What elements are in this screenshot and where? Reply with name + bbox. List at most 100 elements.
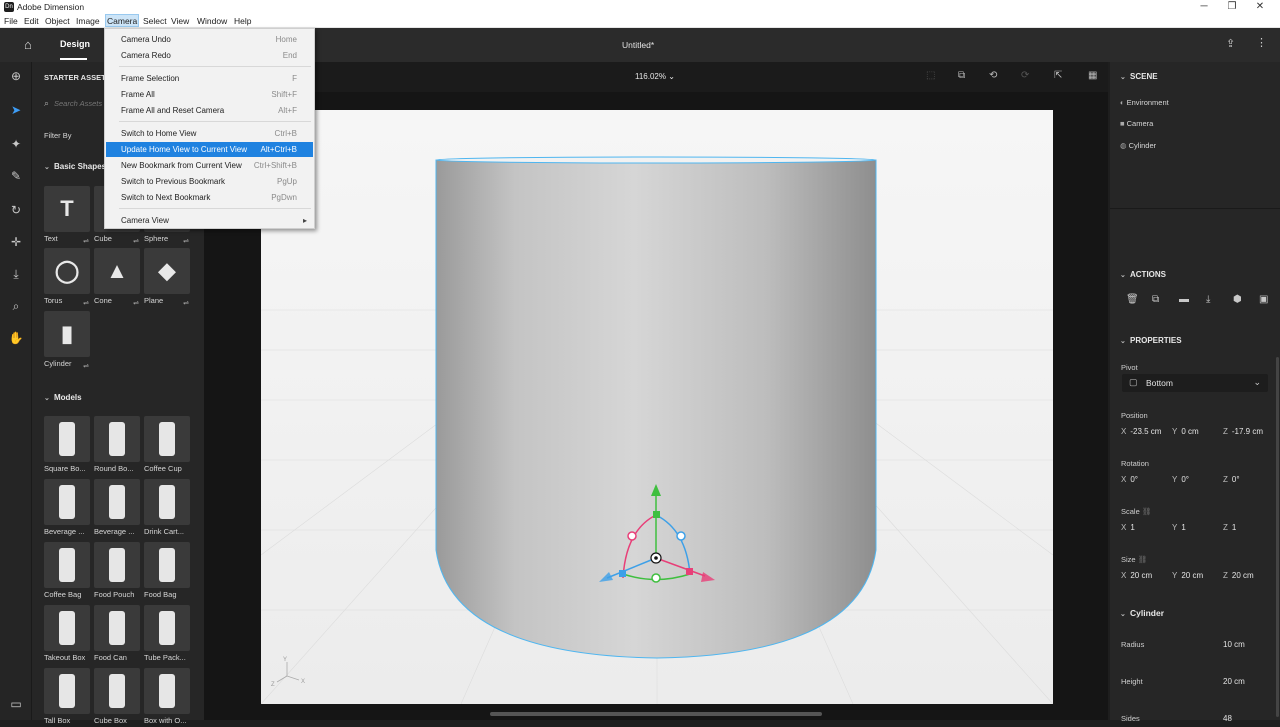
menu-item-frame-all-and-reset-camera[interactable]: Frame All and Reset Camera Alt+F <box>106 103 313 118</box>
models-header[interactable]: ⌄ Models <box>44 393 82 402</box>
asset-torus[interactable]: ◯ Torus ⇌ <box>44 248 90 307</box>
restore-button[interactable]: ❐ <box>1218 0 1246 14</box>
menu-item-frame-all[interactable]: Frame All Shift+F <box>106 87 313 102</box>
model-asset[interactable]: Food Pouch <box>94 542 140 601</box>
asset-cone[interactable]: ▲ Cone ⇌ <box>94 248 140 307</box>
model-asset[interactable]: Food Can <box>94 605 140 664</box>
zoom-level[interactable]: 116.02% ⌄ <box>635 72 675 81</box>
model-asset[interactable]: Coffee Cup <box>144 416 190 475</box>
scale-y-field[interactable]: Y1 <box>1172 523 1186 532</box>
settings-icon[interactable]: ⇌ <box>183 299 189 307</box>
menu-camera[interactable]: Camera <box>105 14 140 27</box>
scale-x-field[interactable]: X1 <box>1121 523 1135 532</box>
menu-item-camera-redo[interactable]: Camera Redo End <box>106 48 313 63</box>
menu-select[interactable]: Select <box>143 16 167 26</box>
scale-tool-icon[interactable]: ⟳ <box>1021 70 1029 81</box>
asset-text[interactable]: T Text ⇌ <box>44 186 90 245</box>
position-z-field[interactable]: Z -17.9 cm <box>1223 427 1263 436</box>
menu-item-new-bookmark-from-current-view[interactable]: New Bookmark from Current View Ctrl+Shift… <box>106 158 313 173</box>
height-value[interactable]: 20 cm <box>1223 677 1245 686</box>
scale-z-field[interactable]: Z1 <box>1223 523 1236 532</box>
menu-help[interactable]: Help <box>234 16 251 26</box>
eyedropper-icon[interactable]: ✎ <box>6 166 26 186</box>
position-x-field[interactable]: X -23.5 cm <box>1121 427 1161 436</box>
scene-canvas[interactable]: Y X Z <box>261 110 1053 704</box>
menu-item-switch-to-next-bookmark[interactable]: Switch to Next Bookmark PgDwn <box>106 190 313 205</box>
radius-value[interactable]: 10 cm <box>1223 640 1245 649</box>
menu-item-switch-to-home-view[interactable]: Switch to Home View Ctrl+B <box>106 126 313 141</box>
menu-edit[interactable]: Edit <box>24 16 39 26</box>
model-asset[interactable]: Beverage ... <box>94 479 140 538</box>
scene-item-environment[interactable]: ◐ Environment <box>1120 98 1169 107</box>
move-tool-icon[interactable]: ⧉ <box>958 70 965 81</box>
cylinder-object[interactable] <box>435 159 877 659</box>
panel-toggle-icon[interactable]: ▭ <box>6 694 26 714</box>
pivot-dropdown[interactable]: ▢ Bottom ⌄ <box>1122 374 1268 392</box>
scene-item-camera[interactable]: ■ Camera <box>1120 119 1153 128</box>
menu-window[interactable]: Window <box>197 16 227 26</box>
rotation-z-field[interactable]: Z 0° <box>1223 475 1240 484</box>
menu-file[interactable]: File <box>4 16 18 26</box>
model-asset[interactable]: Box with O... <box>144 668 190 727</box>
home-icon[interactable]: ⌂ <box>24 37 32 52</box>
settings-icon[interactable]: ⇌ <box>83 299 89 307</box>
more-icon[interactable]: ⋮ <box>1256 36 1267 49</box>
model-asset[interactable]: Takeout Box <box>44 605 90 664</box>
asset-plane[interactable]: ◆ Plane ⇌ <box>144 248 190 307</box>
material-icon[interactable]: ⬢ <box>1233 294 1242 305</box>
menu-item-camera-view[interactable]: Camera View ▸ <box>106 213 313 228</box>
basic-shapes-header[interactable]: ⌄ Basic Shapes <box>44 162 106 171</box>
delete-icon[interactable]: 🗑 <box>1126 294 1139 305</box>
share-icon[interactable]: ⇪ <box>1226 37 1235 50</box>
model-asset[interactable]: Coffee Bag <box>44 542 90 601</box>
cylinder-section-header[interactable]: ⌄ Cylinder <box>1120 608 1164 618</box>
hand-icon[interactable]: ✋ <box>6 328 26 348</box>
settings-icon[interactable]: ⇌ <box>83 362 89 370</box>
align-icon[interactable]: ⇱ <box>1054 70 1062 81</box>
menu-view[interactable]: View <box>171 16 189 26</box>
orbit-icon[interactable]: ↻ <box>6 200 26 220</box>
minimize-button[interactable]: ─ <box>1190 0 1218 14</box>
actions-header[interactable]: ⌄ ACTIONS <box>1120 270 1166 279</box>
select-tool-icon[interactable]: ➤ <box>6 100 26 120</box>
size-z-field[interactable]: Z 20 cm <box>1223 571 1254 580</box>
rotate-tool-icon[interactable]: ⟲ <box>989 70 997 81</box>
position-y-field[interactable]: Y0 cm <box>1172 427 1199 436</box>
link-icon[interactable]: ⛓ <box>1142 507 1152 516</box>
model-asset[interactable]: Food Bag <box>144 542 190 601</box>
settings-icon[interactable]: ⇌ <box>133 299 139 307</box>
viewport-scrollbar[interactable] <box>490 712 822 716</box>
properties-header[interactable]: ⌄ PROPERTIES <box>1120 336 1182 345</box>
add-icon[interactable]: ⊕ <box>6 66 26 86</box>
drop-to-ground-icon[interactable]: ⤓ <box>6 264 26 284</box>
sides-value[interactable]: 48 <box>1223 714 1232 723</box>
tab-design[interactable]: Design <box>60 39 90 49</box>
model-asset[interactable]: Tall Box <box>44 668 90 727</box>
scene-item-cylinder[interactable]: ◍ Cylinder <box>1120 141 1156 150</box>
drop-icon[interactable]: ⤓ <box>1206 294 1210 305</box>
size-y-field[interactable]: Y 20 cm <box>1172 571 1203 580</box>
menu-item-frame-selection[interactable]: Frame Selection F <box>106 71 313 86</box>
settings-icon[interactable]: ⇌ <box>83 237 89 245</box>
model-asset[interactable]: Round Bo... <box>94 416 140 475</box>
group-icon[interactable]: ▬ <box>1179 294 1189 305</box>
menu-image[interactable]: Image <box>76 16 100 26</box>
magic-wand-icon[interactable]: ✦ <box>6 134 26 154</box>
asset-cylinder[interactable]: ▮ Cylinder ⇌ <box>44 311 90 370</box>
model-asset[interactable]: Tube Pack... <box>144 605 190 664</box>
export-icon[interactable]: ▣ <box>1259 294 1268 305</box>
render-preview-icon[interactable]: ▦ <box>1088 70 1097 81</box>
properties-scrollbar[interactable] <box>1276 357 1279 717</box>
close-button[interactable]: ✕ <box>1246 0 1274 14</box>
scene-header[interactable]: ⌄ SCENE <box>1120 72 1158 81</box>
rotation-y-field[interactable]: Y 0° <box>1172 475 1189 484</box>
size-x-field[interactable]: X 20 cm <box>1121 571 1152 580</box>
search-assets-input[interactable] <box>54 97 104 109</box>
rotation-x-field[interactable]: X 0° <box>1121 475 1138 484</box>
zoom-icon[interactable]: ⌕ <box>6 296 26 316</box>
settings-icon[interactable]: ⇌ <box>133 237 139 245</box>
duplicate-icon[interactable]: ⧉ <box>1152 294 1159 305</box>
frame-icon[interactable]: ⬚ <box>926 70 935 81</box>
pan-move-icon[interactable]: ✛ <box>6 232 26 252</box>
model-asset[interactable]: Cube Box <box>94 668 140 727</box>
